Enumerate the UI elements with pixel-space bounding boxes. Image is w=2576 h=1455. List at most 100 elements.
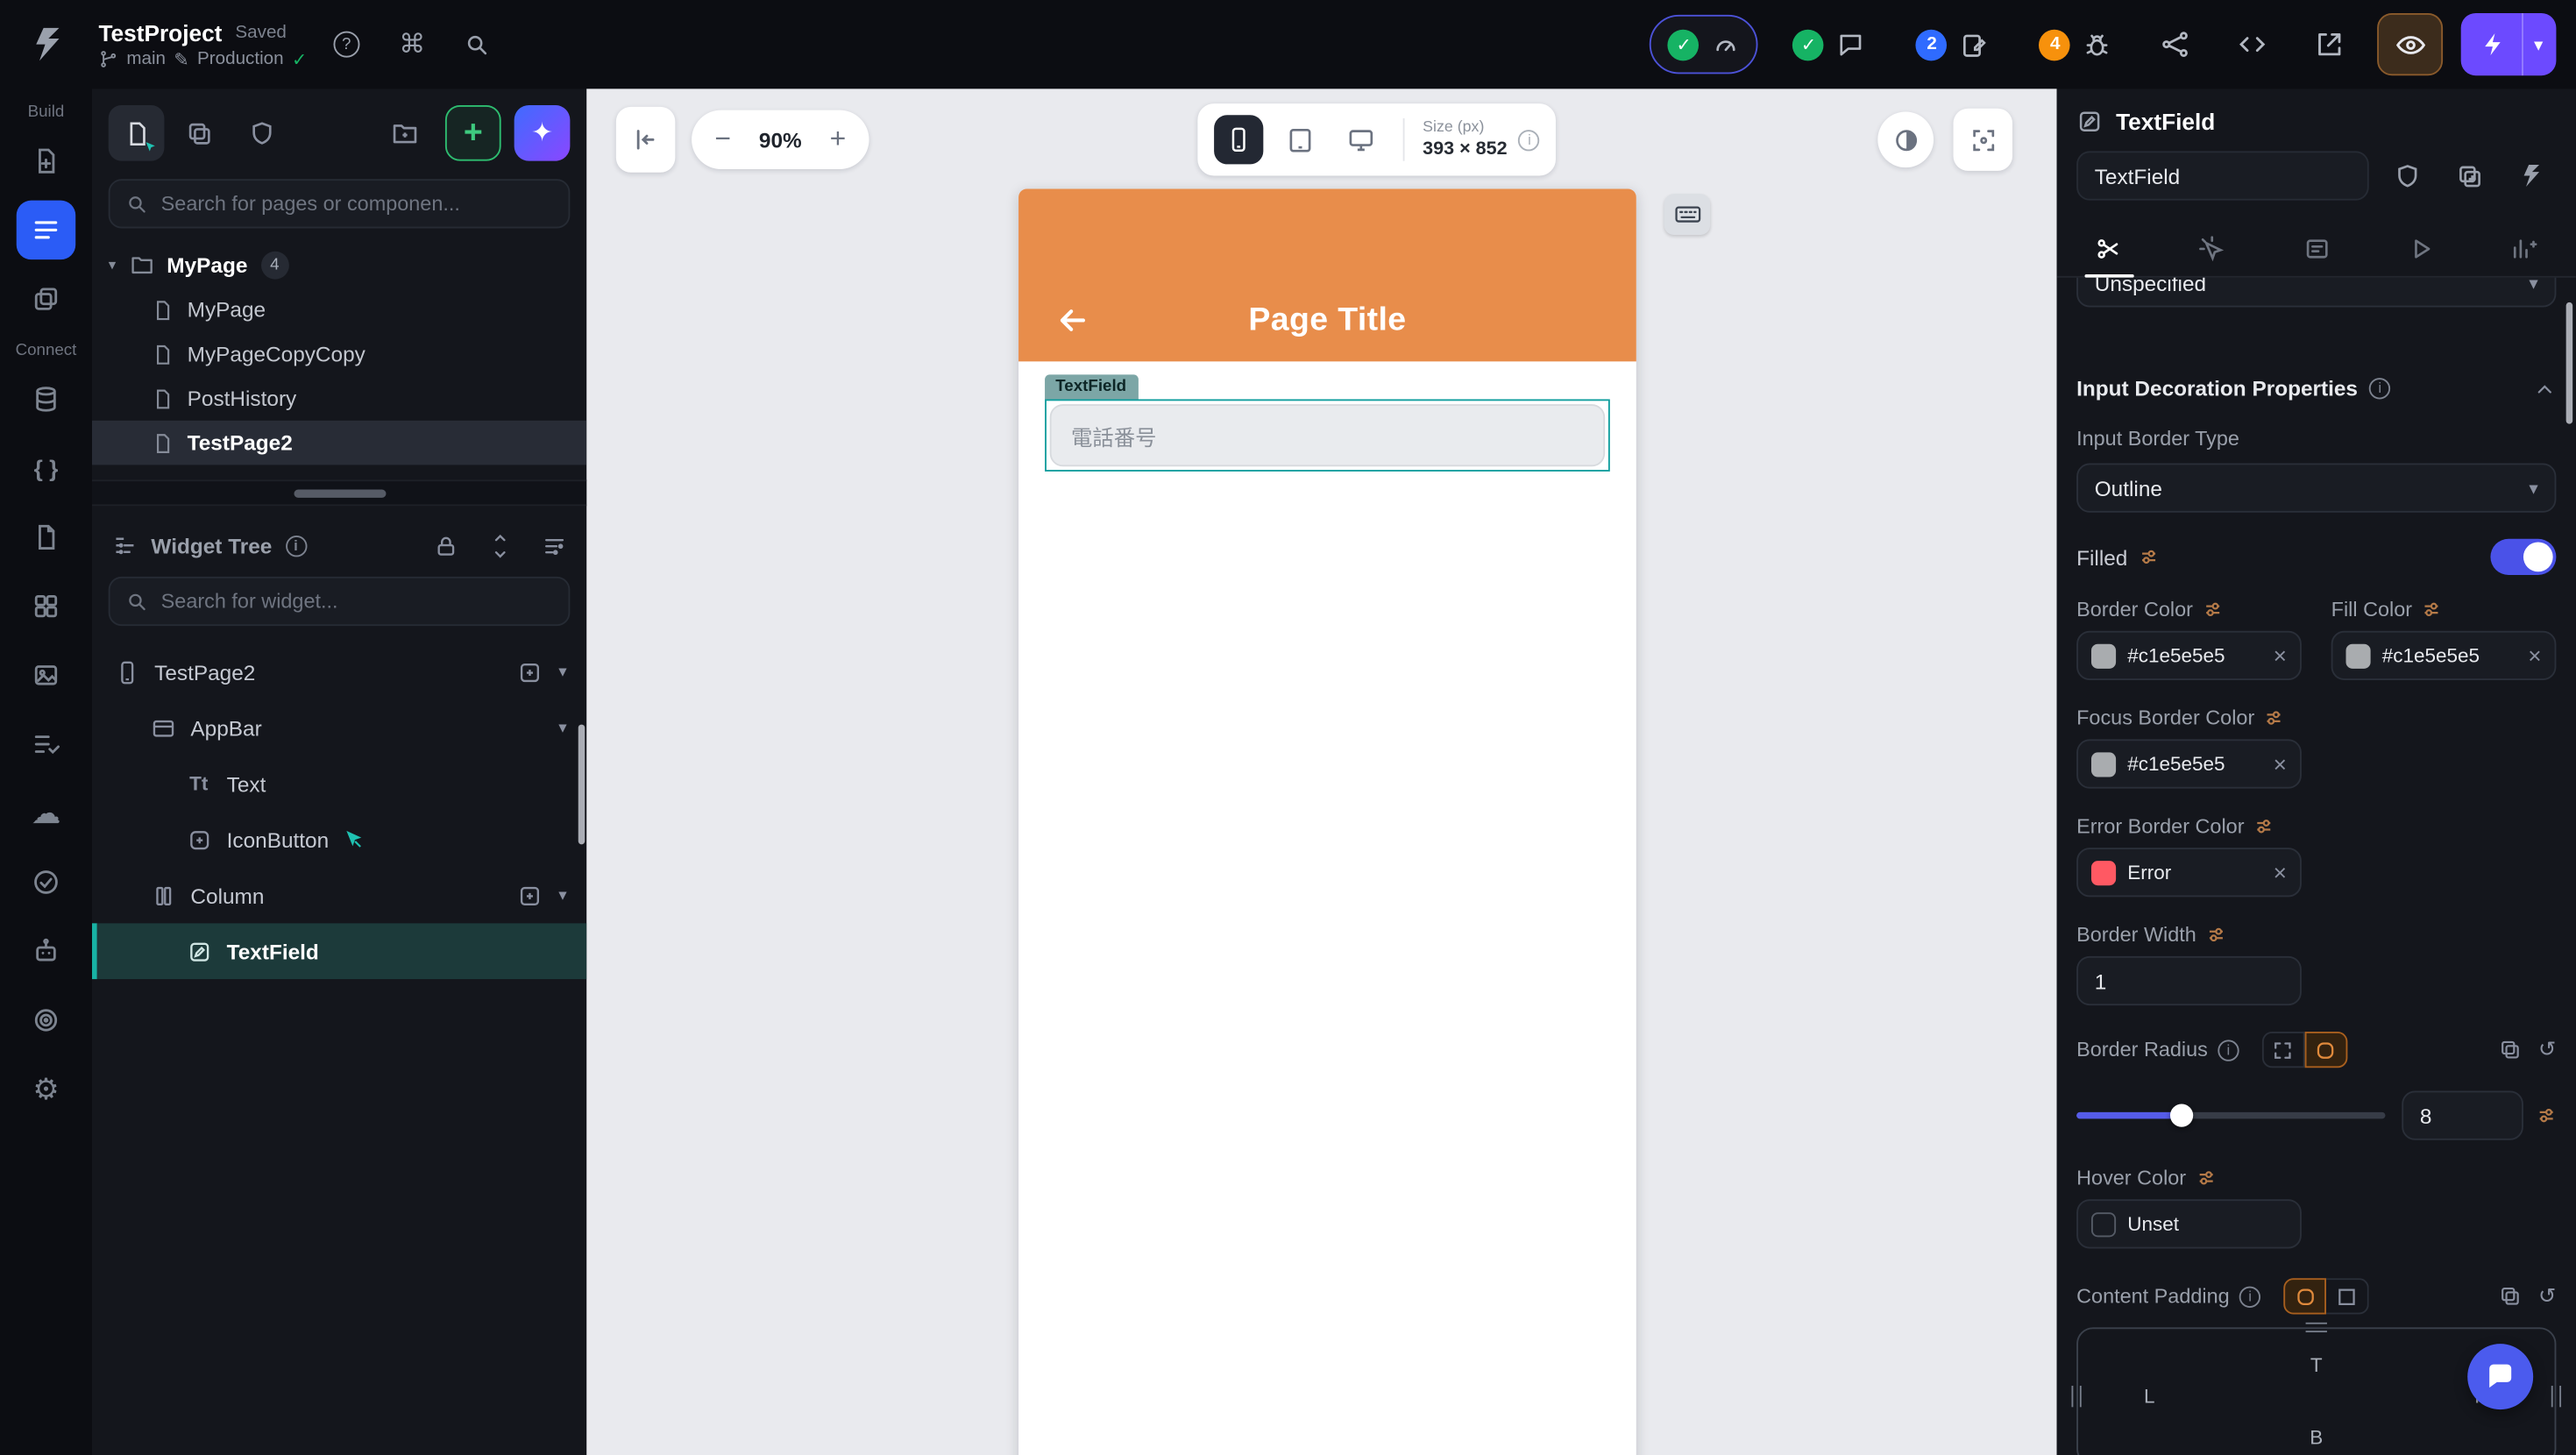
tab-actions[interactable] xyxy=(2161,220,2264,276)
project-name[interactable]: TestProject xyxy=(98,19,222,46)
help-button[interactable]: ? xyxy=(320,18,373,71)
page-list-item[interactable]: MyPageCopyCopy xyxy=(92,332,586,377)
set-from-variable-icon[interactable] xyxy=(2206,925,2225,944)
edit-branch-icon[interactable]: ✎ xyxy=(174,48,188,69)
page-list-item[interactable]: MyPage xyxy=(92,287,586,332)
textfield-selection-overlay[interactable]: TextField 電話番号 xyxy=(1044,374,1610,472)
info-icon[interactable]: i xyxy=(2369,378,2391,400)
command-palette-button[interactable]: ⌘ xyxy=(386,18,438,71)
clear-color-button[interactable]: × xyxy=(2274,644,2287,667)
page-list-item-selected[interactable]: TestPage2 xyxy=(91,420,587,465)
error-border-color-picker[interactable]: Error × xyxy=(2076,848,2302,898)
view-code-button[interactable] xyxy=(2224,15,2282,74)
clear-color-button[interactable]: × xyxy=(2274,861,2287,884)
rail-item-components[interactable] xyxy=(17,269,75,328)
padding-left-value[interactable]: L xyxy=(2144,1385,2155,1408)
tree-node-page[interactable]: TestPage2 ▾ xyxy=(92,644,586,700)
rail-item-page-add[interactable] xyxy=(17,131,75,190)
filled-toggle[interactable] xyxy=(2490,538,2557,576)
border-color-picker[interactable]: #c1e5e5e5 × xyxy=(2076,630,2302,680)
device-tablet-button[interactable] xyxy=(1274,115,1323,164)
canvas-settings-button[interactable] xyxy=(1953,108,2013,171)
todos-button[interactable]: 2 xyxy=(1900,15,2005,74)
reset-value-button[interactable]: ↺ xyxy=(2538,1037,2556,1063)
page-list-item[interactable]: PostHistory xyxy=(92,376,586,421)
run-options-button[interactable]: ▾ xyxy=(2522,12,2556,76)
tab-test[interactable] xyxy=(2368,220,2472,276)
ai-page-generator-button[interactable]: ✦ xyxy=(514,104,571,161)
collapse-node-button[interactable]: ▾ xyxy=(558,719,566,737)
radius-uniform-button[interactable] xyxy=(2304,1032,2348,1068)
inspector-scroll-area[interactable]: Unspecified ▾ Input Decoration Propertie… xyxy=(2057,277,2576,1455)
padding-uniform-button[interactable] xyxy=(2283,1278,2327,1315)
convert-to-component-button[interactable] xyxy=(2445,151,2494,200)
right-panel-scrollbar[interactable] xyxy=(2565,302,2573,424)
tab-animations[interactable] xyxy=(2472,220,2575,276)
border-radius-input[interactable]: 8 xyxy=(2402,1090,2523,1140)
radius-per-corner-button[interactable] xyxy=(2261,1032,2305,1068)
padding-bottom-value[interactable]: B xyxy=(2310,1426,2323,1449)
tab-properties[interactable] xyxy=(2057,220,2161,276)
branch-name[interactable]: main xyxy=(126,49,166,68)
copy-value-button[interactable] xyxy=(2499,1039,2522,1061)
device-phone-button[interactable] xyxy=(1214,115,1264,165)
components-view-button[interactable] xyxy=(171,105,227,161)
border-width-input[interactable]: 1 xyxy=(2076,955,2302,1006)
rail-item-files[interactable] xyxy=(17,507,75,566)
size-info-icon[interactable]: i xyxy=(1518,129,1541,151)
branch-environment-row[interactable]: main ✎ Production ✓ xyxy=(98,48,307,70)
collapse-node-button[interactable]: ▾ xyxy=(558,886,566,905)
rail-item-settings[interactable]: ⚙ xyxy=(17,1060,75,1118)
flutterflow-widget-options-button[interactable] xyxy=(2507,151,2556,200)
run-button[interactable] xyxy=(2462,13,2523,75)
save-as-theme-widget-button[interactable] xyxy=(2382,151,2431,200)
add-page-button[interactable]: + xyxy=(444,104,501,161)
widget-name-input[interactable] xyxy=(2076,151,2369,201)
fill-color-picker[interactable]: #c1e5e5e5 × xyxy=(2331,630,2557,680)
padding-left-handle[interactable] xyxy=(2071,1385,2082,1408)
phone-preview[interactable]: Page Title TextField 電話番号 xyxy=(1018,188,1636,1455)
environment-name[interactable]: Production xyxy=(197,49,284,68)
clipped-previous-dropdown[interactable]: Unspecified ▾ xyxy=(2076,277,2557,308)
expand-collapse-all-button[interactable] xyxy=(488,533,513,557)
rail-item-automations[interactable] xyxy=(17,921,75,980)
preview-mode-button[interactable] xyxy=(2377,12,2444,76)
info-icon[interactable]: i xyxy=(285,535,307,557)
page-title-text-widget[interactable]: Page Title xyxy=(1248,302,1406,340)
tree-node-column[interactable]: Column ▾ xyxy=(92,868,586,924)
add-widget-button[interactable] xyxy=(517,883,542,907)
tree-node-textfield-selected[interactable]: TextField xyxy=(91,923,587,980)
rail-item-media[interactable] xyxy=(17,646,75,705)
reset-value-button[interactable]: ↺ xyxy=(2538,1283,2556,1310)
tree-node-appbar[interactable]: AppBar ▾ xyxy=(92,699,586,756)
virtual-keyboard-toggle[interactable] xyxy=(1664,194,1711,236)
set-from-variable-icon[interactable] xyxy=(2139,547,2158,566)
data-types-view-button[interactable] xyxy=(233,105,289,161)
widget-search-input[interactable] xyxy=(160,589,552,614)
canvas-theme-toggle-button[interactable] xyxy=(1877,111,1934,168)
rail-item-cloud-functions[interactable]: ☁ xyxy=(17,784,75,842)
set-from-variable-icon[interactable] xyxy=(2264,708,2283,728)
rail-item-api-calls[interactable]: { } xyxy=(17,438,75,497)
clear-color-button[interactable]: × xyxy=(2528,644,2541,667)
issues-button[interactable]: 4 xyxy=(2023,15,2128,74)
set-from-variable-icon[interactable] xyxy=(2254,817,2274,836)
rail-item-pages[interactable] xyxy=(16,200,76,260)
zoom-out-button[interactable]: − xyxy=(701,118,744,161)
rail-item-integrations[interactable] xyxy=(17,577,75,635)
set-from-variable-icon[interactable] xyxy=(2537,1105,2556,1125)
info-icon[interactable]: i xyxy=(2239,1285,2261,1308)
border-radius-slider[interactable] xyxy=(2076,1104,2386,1127)
lock-widget-tree-button[interactable] xyxy=(434,533,458,557)
info-icon[interactable]: i xyxy=(2218,1039,2239,1061)
open-external-button[interactable] xyxy=(2301,15,2360,74)
rail-item-app-values[interactable] xyxy=(17,714,75,773)
page-folder-row[interactable]: ▾ MyPage 4 xyxy=(92,243,586,287)
api-graph-button[interactable] xyxy=(2147,15,2205,74)
project-checks-button[interactable]: ✓ xyxy=(1650,14,1759,75)
design-canvas[interactable]: − 90% + Size (px) 393 × 852 i Page Title… xyxy=(586,89,2057,1455)
collapse-node-button[interactable]: ▾ xyxy=(558,663,566,681)
tab-layout[interactable] xyxy=(2265,220,2368,276)
input-border-type-select[interactable]: Outline ▾ xyxy=(2076,463,2557,513)
pages-search-input[interactable] xyxy=(160,192,552,216)
